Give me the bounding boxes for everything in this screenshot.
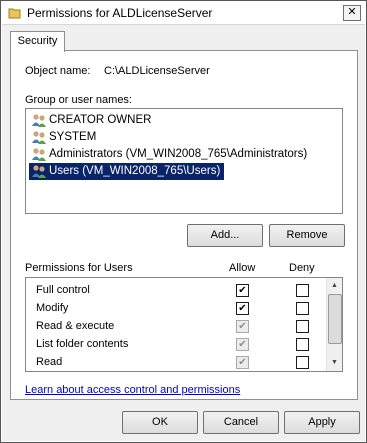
- permissions-label: Permissions for Users: [25, 262, 133, 274]
- list-item-label: Administrators (VM_WIN2008_765\Administr…: [49, 148, 308, 160]
- apply-button[interactable]: Apply: [284, 411, 360, 434]
- access-control-help-link[interactable]: Learn about access control and permissio…: [25, 384, 240, 396]
- deny-checkbox[interactable]: [296, 356, 309, 369]
- scroll-thumb[interactable]: [328, 294, 342, 344]
- cancel-button[interactable]: Cancel: [203, 411, 279, 434]
- add-button[interactable]: Add...: [187, 224, 263, 247]
- permission-row: List folder contents ✔: [26, 335, 326, 353]
- permission-row: Read ✔: [26, 353, 326, 371]
- ok-button[interactable]: OK: [122, 411, 198, 434]
- permission-name: Modify: [36, 302, 69, 314]
- list-item[interactable]: SYSTEM: [29, 129, 96, 146]
- group-list[interactable]: CREATOR OWNER SYSTEM Administrators (VM_…: [25, 108, 343, 214]
- users-icon: [32, 114, 46, 127]
- allow-checkbox: ✔: [236, 356, 249, 369]
- scroll-down-icon[interactable]: ▼: [328, 356, 341, 370]
- scroll-up-icon[interactable]: ▲: [328, 279, 341, 293]
- allow-checkbox[interactable]: ✔: [236, 284, 249, 297]
- allow-column-header: Allow: [229, 262, 256, 274]
- permission-row: Modify ✔: [26, 299, 326, 317]
- permissions-list[interactable]: Full control ✔ Modify ✔ Read & execute ✔…: [25, 277, 343, 372]
- users-icon: [32, 131, 46, 144]
- permission-row: Full control ✔: [26, 281, 326, 299]
- close-button[interactable]: ✕: [343, 5, 361, 21]
- allow-checkbox[interactable]: ✔: [236, 302, 249, 315]
- users-icon: [32, 148, 46, 161]
- deny-column-header: Deny: [289, 262, 315, 274]
- allow-checkbox: ✔: [236, 320, 249, 333]
- deny-checkbox[interactable]: [296, 284, 309, 297]
- deny-checkbox[interactable]: [296, 338, 309, 351]
- list-item-selected[interactable]: Users (VM_WIN2008_765\Users): [29, 163, 225, 180]
- deny-checkbox[interactable]: [296, 302, 309, 315]
- object-name-value: C:\ALDLicenseServer: [104, 65, 210, 77]
- permission-name: Read: [36, 356, 63, 368]
- remove-button[interactable]: Remove: [269, 224, 345, 247]
- permissions-dialog: Permissions for ALDLicenseServer ✕ Secur…: [0, 0, 367, 443]
- tab-security[interactable]: Security: [10, 31, 65, 52]
- permission-row: Read & execute ✔: [26, 317, 326, 335]
- title-bar: Permissions for ALDLicenseServer ✕: [2, 2, 365, 25]
- deny-checkbox[interactable]: [296, 320, 309, 333]
- list-item-label: Users (VM_WIN2008_765\Users): [49, 165, 221, 177]
- list-item[interactable]: Administrators (VM_WIN2008_765\Administr…: [29, 146, 307, 163]
- list-item-label: CREATOR OWNER: [49, 114, 152, 126]
- object-name-label: Object name:: [25, 65, 91, 77]
- list-item-label: SYSTEM: [49, 131, 97, 143]
- users-icon: [32, 165, 46, 178]
- permission-name: Full control: [36, 284, 90, 296]
- folder-icon: [8, 8, 21, 19]
- permission-name: List folder contents: [36, 338, 129, 350]
- close-icon: ✕: [347, 6, 357, 18]
- allow-checkbox: ✔: [236, 338, 249, 351]
- permission-name: Read & execute: [36, 320, 115, 332]
- scrollbar[interactable]: ▲ ▼: [326, 278, 342, 371]
- list-item[interactable]: CREATOR OWNER: [29, 112, 151, 129]
- window-title: Permissions for ALDLicenseServer: [27, 6, 213, 20]
- group-names-label: Group or user names:: [25, 94, 132, 106]
